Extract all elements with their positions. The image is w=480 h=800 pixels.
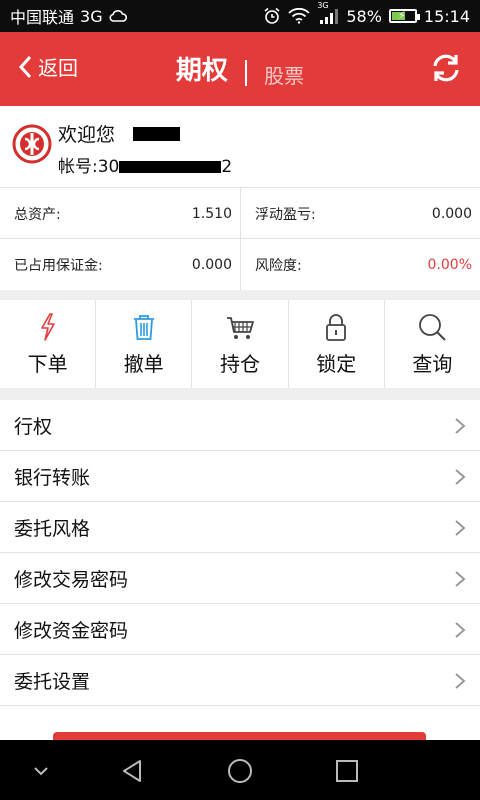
lock-icon bbox=[326, 314, 347, 341]
status-bar: 中国联通 3G 3G 58% ⚡ 15:14 bbox=[0, 0, 480, 32]
signal-indicator: 3G bbox=[317, 1, 339, 25]
app-header: 返回 期权 股票 bbox=[0, 32, 480, 106]
signal-bars-icon bbox=[320, 9, 339, 24]
assets-summary: 总资产: 1.510 浮动盈亏: 0.000 已占用保证金: 0.000 风险度… bbox=[0, 188, 480, 290]
chevron-right-icon bbox=[455, 469, 466, 485]
total-assets: 总资产: 1.510 bbox=[0, 188, 240, 239]
margin-used: 已占用保证金: 0.000 bbox=[0, 239, 240, 290]
account-suffix: 2 bbox=[221, 157, 233, 177]
total-assets-value: 1.510 bbox=[191, 205, 232, 222]
back-triangle-icon[interactable] bbox=[118, 756, 148, 786]
action-label: 查询 bbox=[412, 352, 453, 376]
menu-item-order-settings[interactable]: 委托设置 bbox=[0, 655, 480, 706]
menu-item-label: 修改交易密码 bbox=[14, 568, 129, 591]
chevron-right-icon bbox=[455, 673, 466, 689]
function-menu: 行权 银行转账 委托风格 修改交易密码 修改资金密码 委托设置 bbox=[0, 400, 480, 706]
home-circle-icon[interactable] bbox=[225, 756, 255, 786]
menu-item-exercise[interactable]: 行权 bbox=[0, 400, 480, 451]
menu-item-label: 修改资金密码 bbox=[14, 619, 129, 642]
menu-item-label: 委托设置 bbox=[14, 670, 91, 693]
system-nav-bar bbox=[0, 740, 480, 800]
tab-stocks[interactable]: 股票 bbox=[264, 64, 304, 88]
account-panel: 欢迎您 帐号:30 2 bbox=[0, 106, 480, 188]
menu-item-label: 银行转账 bbox=[14, 466, 91, 489]
menu-item-order-style[interactable]: 委托风格 bbox=[0, 502, 480, 553]
risk-label: 风险度: bbox=[255, 257, 302, 274]
trash-icon bbox=[133, 315, 154, 340]
floating-pl-value: 0.000 bbox=[431, 205, 472, 222]
floating-pl-label: 浮动盈亏: bbox=[255, 206, 316, 223]
battery-percent: 58% bbox=[346, 6, 382, 26]
chevron-right-icon bbox=[455, 520, 466, 536]
redacted-username bbox=[133, 127, 180, 141]
menu-item-label: 委托风格 bbox=[14, 517, 91, 540]
alarm-icon bbox=[264, 7, 280, 24]
cart-icon bbox=[227, 317, 254, 339]
menu-item-bank-transfer[interactable]: 银行转账 bbox=[0, 451, 480, 502]
refresh-icon[interactable] bbox=[430, 52, 462, 84]
action-label: 撤单 bbox=[123, 352, 164, 376]
cloud-icon bbox=[109, 10, 127, 22]
total-assets-label: 总资产: bbox=[14, 206, 61, 223]
action-query[interactable]: 查询 bbox=[385, 300, 480, 388]
chevron-right-icon bbox=[455, 571, 466, 587]
menu-item-label: 行权 bbox=[14, 415, 53, 438]
risk-degree: 风险度: 0.00% bbox=[240, 239, 480, 290]
account-number: 帐号:30 2 bbox=[58, 152, 232, 177]
action-lock[interactable]: 锁定 bbox=[289, 300, 385, 388]
lightning-icon bbox=[40, 313, 55, 341]
welcome-text: 欢迎您 bbox=[58, 124, 116, 146]
menu-item-fund-password[interactable]: 修改资金密码 bbox=[0, 604, 480, 655]
wifi-icon bbox=[288, 8, 310, 24]
search-icon bbox=[419, 314, 447, 341]
action-label: 下单 bbox=[27, 352, 68, 376]
menu-item-trade-password[interactable]: 修改交易密码 bbox=[0, 553, 480, 604]
action-positions[interactable]: 持仓 bbox=[192, 300, 289, 388]
brokerage-logo bbox=[12, 124, 52, 164]
margin-used-value: 0.000 bbox=[191, 256, 232, 273]
action-grid: 下单 撤单 持仓 锁定 查询 bbox=[0, 300, 480, 388]
tab-options[interactable]: 期权 bbox=[176, 56, 228, 86]
clock: 15:14 bbox=[423, 6, 470, 26]
battery-icon: ⚡ bbox=[388, 9, 420, 23]
risk-value: 0.00% bbox=[427, 256, 472, 273]
chevron-right-icon bbox=[455, 622, 466, 638]
chevron-right-icon bbox=[455, 418, 466, 434]
redacted-account-digits bbox=[119, 161, 222, 173]
title-divider bbox=[245, 59, 247, 86]
action-place-order[interactable]: 下单 bbox=[0, 300, 97, 388]
floating-pl: 浮动盈亏: 0.000 bbox=[240, 188, 480, 239]
charging-icon: ⚡ bbox=[397, 9, 406, 22]
action-label: 锁定 bbox=[316, 352, 357, 376]
action-cancel-order[interactable]: 撤单 bbox=[96, 300, 193, 388]
action-label: 持仓 bbox=[220, 352, 260, 376]
account-prefix: 帐号:30 bbox=[58, 157, 120, 177]
recents-square-icon[interactable] bbox=[332, 756, 362, 786]
margin-used-label: 已占用保证金: bbox=[14, 257, 103, 274]
carrier-name: 中国联通 bbox=[10, 8, 75, 27]
network-type: 3G bbox=[80, 6, 103, 26]
chevron-down-icon[interactable] bbox=[26, 756, 56, 786]
